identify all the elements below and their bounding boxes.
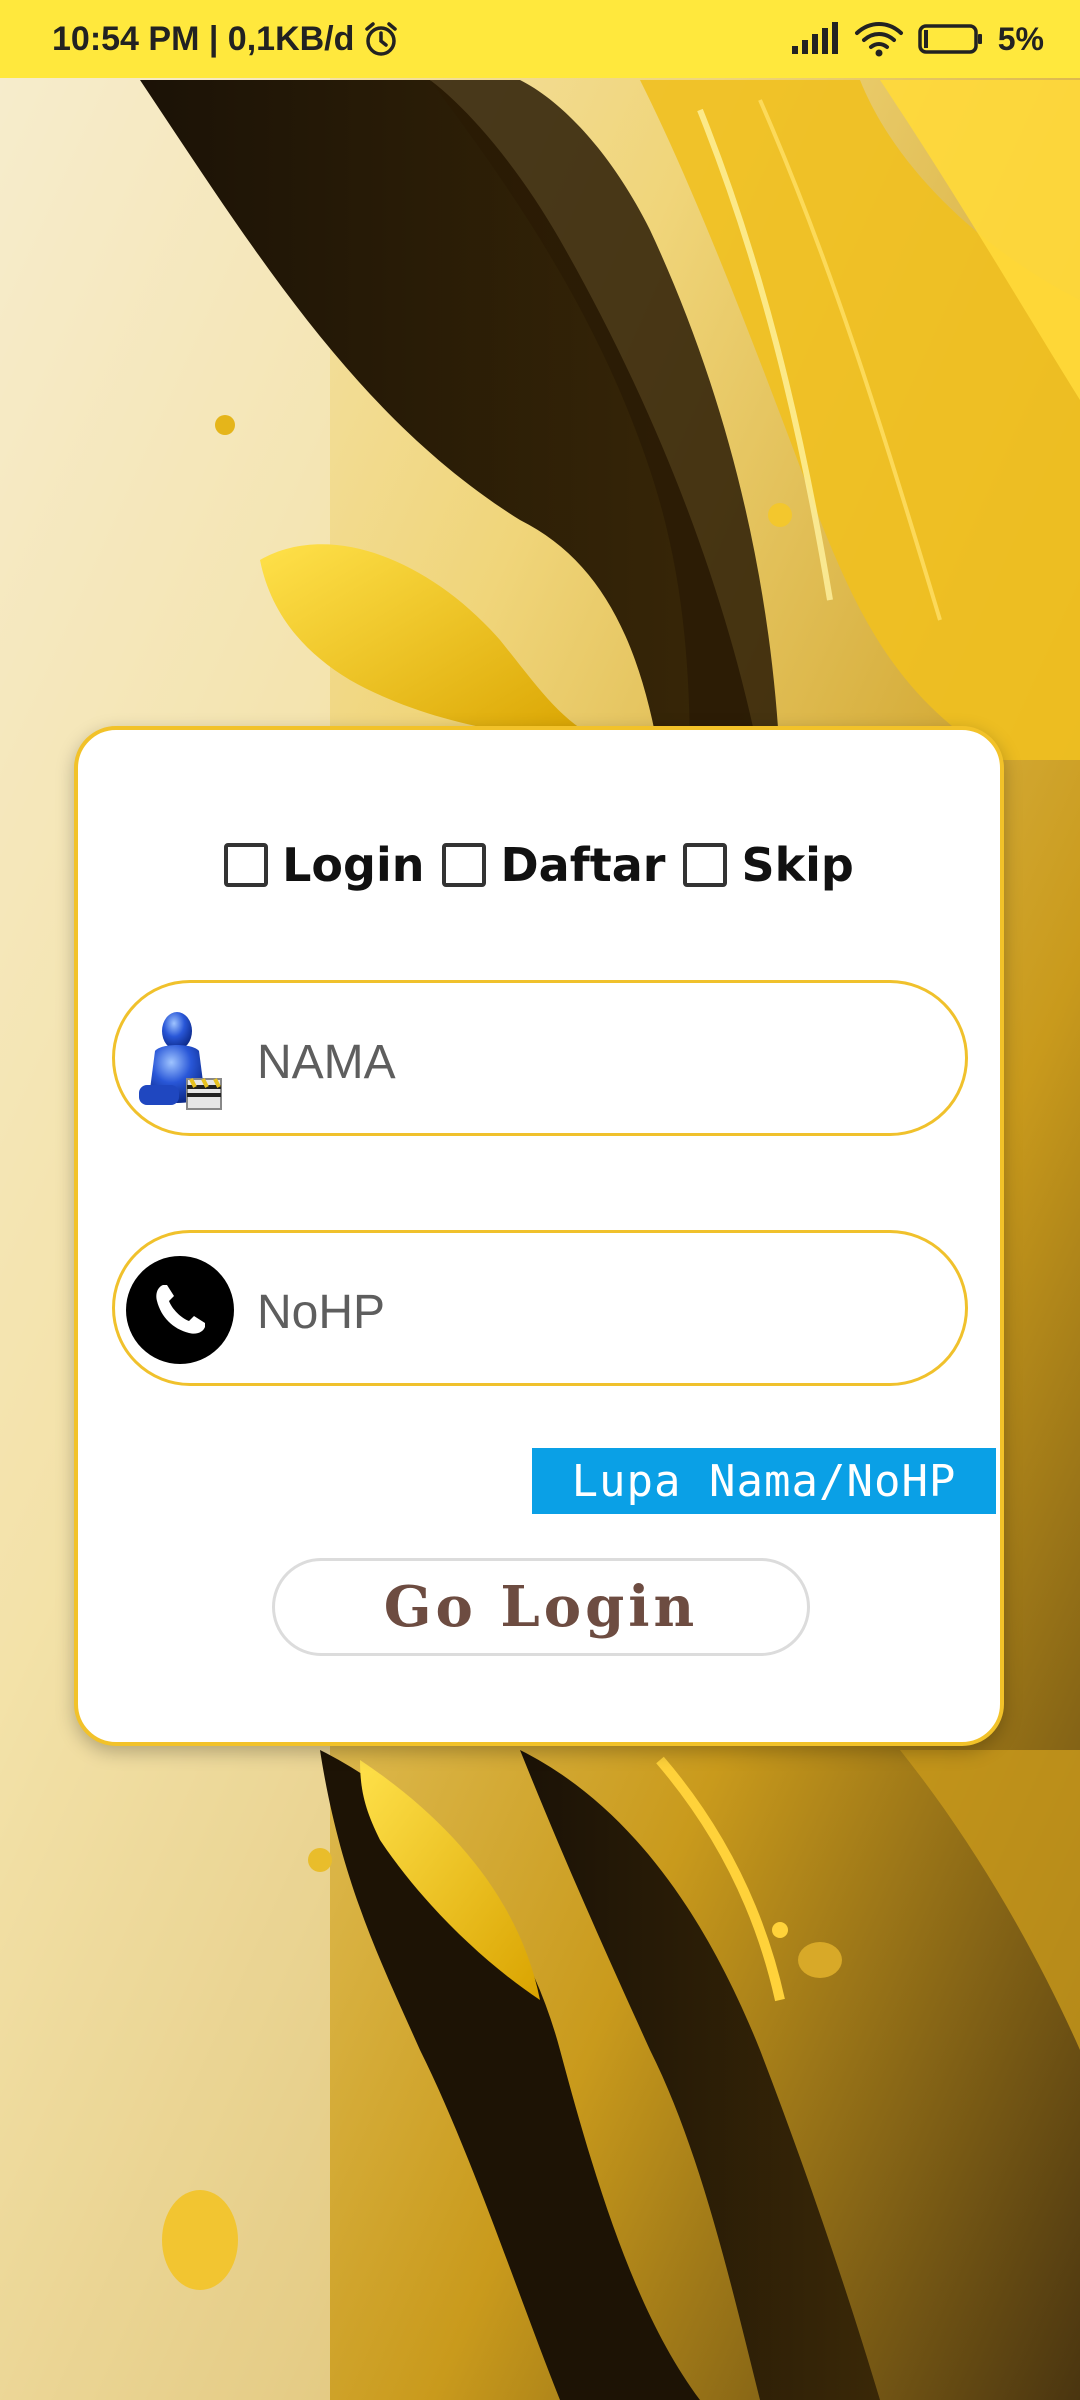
name-input[interactable] [255,1011,939,1113]
mode-login-label: Login [282,838,425,892]
mode-daftar-label: Daftar [500,838,666,892]
login-card: Login Daftar Skip NAMA NoHP Lupa Nama/No… [74,726,1004,1746]
mode-skip[interactable]: Skip [683,838,854,892]
user-icon [139,1012,222,1110]
login-checkbox[interactable] [224,843,269,887]
daftar-checkbox[interactable] [442,843,487,887]
phone-input[interactable] [255,1261,939,1363]
skip-checkbox[interactable] [683,843,728,887]
wifi-icon [854,22,903,57]
battery-icon [918,24,982,54]
go-login-button[interactable]: Go Login [272,1558,810,1656]
status-time-info: 10:54 PM | 0,1KB/d [52,19,355,58]
status-bar: 10:54 PM | 0,1KB/d 5% [0,0,1080,78]
mode-selector: Login Daftar Skip [78,830,1000,900]
phone-field[interactable] [112,1230,968,1386]
phone-icon [126,1256,234,1364]
battery-percent: 5% [997,20,1044,57]
alarm-icon [365,22,398,56]
mode-login[interactable]: Login [224,838,424,892]
name-field[interactable] [112,980,968,1136]
mode-skip-label: Skip [741,838,854,892]
forgot-credentials-link[interactable]: Lupa Nama/NoHP [532,1448,996,1514]
mode-daftar[interactable]: Daftar [442,838,665,892]
status-left: 10:54 PM | 0,1KB/d [52,0,400,78]
signal-icon [791,22,838,54]
status-right: 5% [790,0,1044,78]
